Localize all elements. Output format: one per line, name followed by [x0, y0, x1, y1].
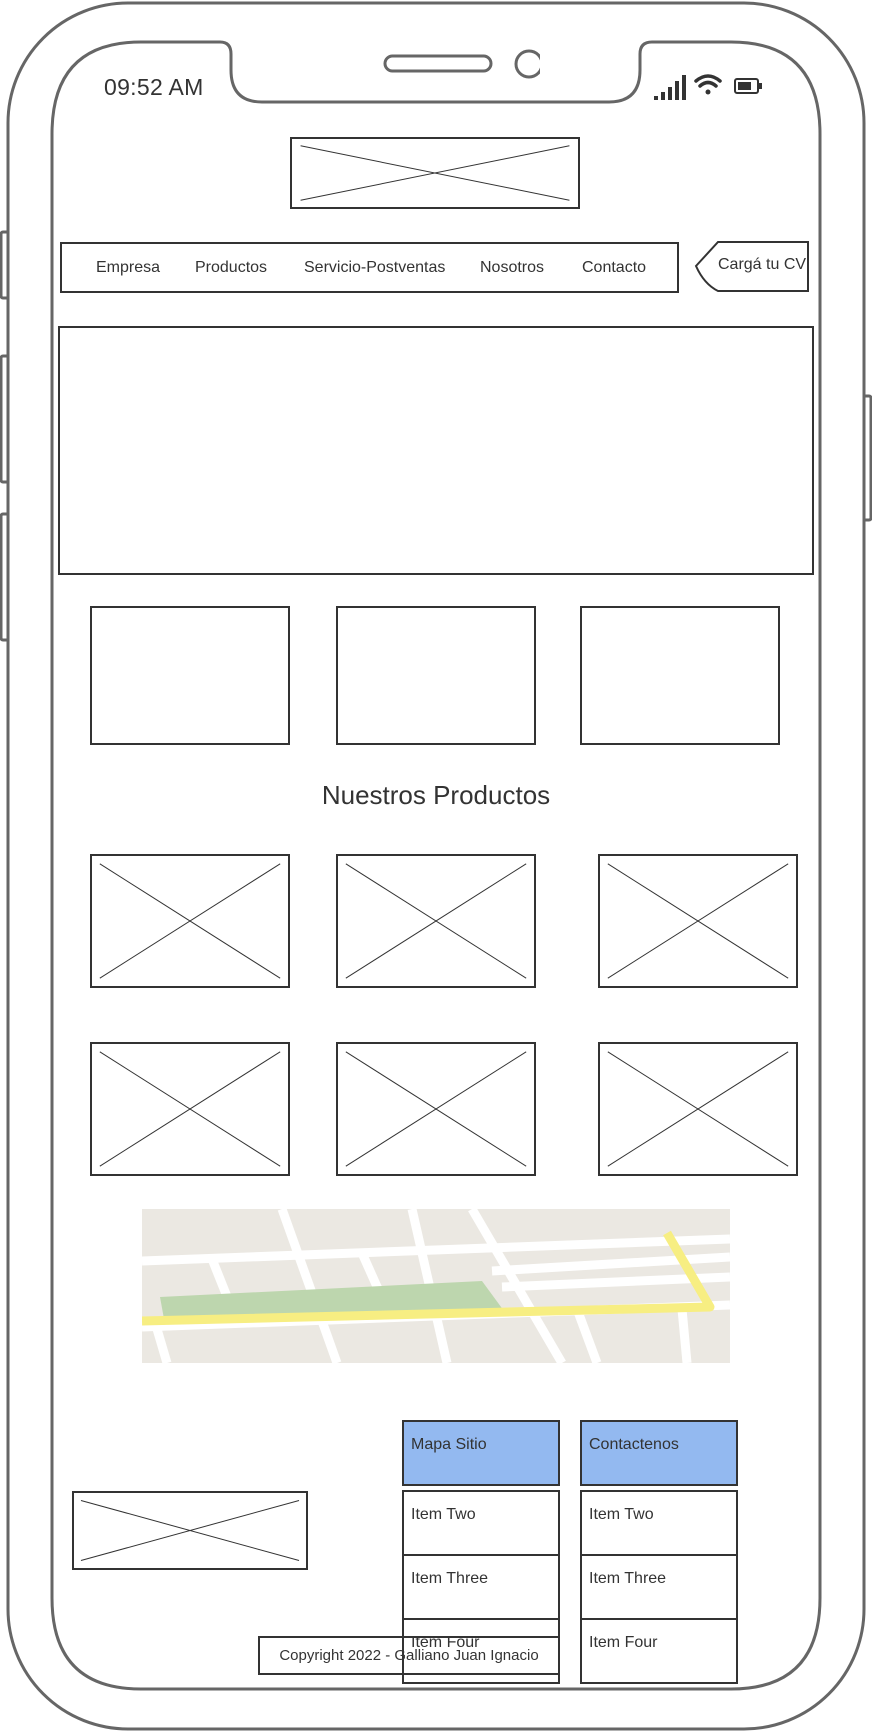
feature-box	[90, 606, 290, 745]
location-map[interactable]	[142, 1209, 730, 1363]
list-item[interactable]: Item Four	[580, 1620, 738, 1684]
wifi-icon	[694, 74, 722, 95]
contact-header[interactable]: Contactenos	[580, 1420, 738, 1486]
nav-item-nosotros[interactable]: Nosotros	[480, 259, 544, 277]
image-placeholder-icon	[74, 1493, 306, 1568]
image-placeholder-icon	[600, 856, 796, 986]
nav-item-servicio-postventas[interactable]: Servicio-Postventas	[304, 259, 445, 277]
image-placeholder-icon	[338, 856, 534, 986]
list-item[interactable]: Item Three	[580, 1556, 738, 1620]
main-nav: Empresa Productos Servicio-Postventas No…	[60, 242, 679, 293]
product-image[interactable]	[598, 854, 798, 988]
battery-icon	[734, 78, 762, 94]
speaker-grille	[383, 54, 493, 73]
image-placeholder-icon	[292, 139, 578, 207]
contact-list: Contactenos Item Two Item Three Item Fou…	[580, 1420, 738, 1684]
feature-box	[336, 606, 536, 745]
map-illustration	[142, 1209, 730, 1363]
footer-logo[interactable]	[72, 1491, 308, 1570]
status-time: 09:52 AM	[104, 74, 204, 100]
nav-item-productos[interactable]: Productos	[195, 259, 267, 277]
upload-cv-label: Cargá tu CV	[718, 256, 807, 273]
list-item[interactable]: Item Two	[580, 1490, 738, 1556]
nav-item-empresa[interactable]: Empresa	[96, 259, 160, 277]
image-placeholder-icon	[92, 1044, 288, 1174]
product-image[interactable]	[90, 1042, 290, 1176]
list-item[interactable]: Item Two	[402, 1490, 560, 1556]
nav-item-contacto[interactable]: Contacto	[582, 259, 646, 277]
product-image[interactable]	[336, 1042, 536, 1176]
image-placeholder-icon	[600, 1044, 796, 1174]
signal-icon	[654, 75, 686, 100]
hero-banner	[58, 326, 814, 575]
copyright-notice: Copyright 2022 - Galliano Juan Ignacio	[258, 1636, 560, 1675]
status-icons	[654, 74, 762, 100]
upload-cv-button[interactable]: Cargá tu CV	[694, 240, 810, 293]
product-image[interactable]	[598, 1042, 798, 1176]
list-item[interactable]: Item Three	[402, 1556, 560, 1620]
product-image[interactable]	[336, 854, 536, 988]
camera-icon	[514, 49, 540, 79]
feature-box	[580, 606, 780, 745]
image-placeholder-icon	[92, 856, 288, 986]
notch	[383, 49, 540, 79]
products-title: Nuestros Productos	[321, 780, 551, 810]
image-placeholder-icon	[338, 1044, 534, 1174]
product-image[interactable]	[90, 854, 290, 988]
header-logo[interactable]	[290, 137, 580, 209]
sitemap-header[interactable]: Mapa Sitio	[402, 1420, 560, 1486]
